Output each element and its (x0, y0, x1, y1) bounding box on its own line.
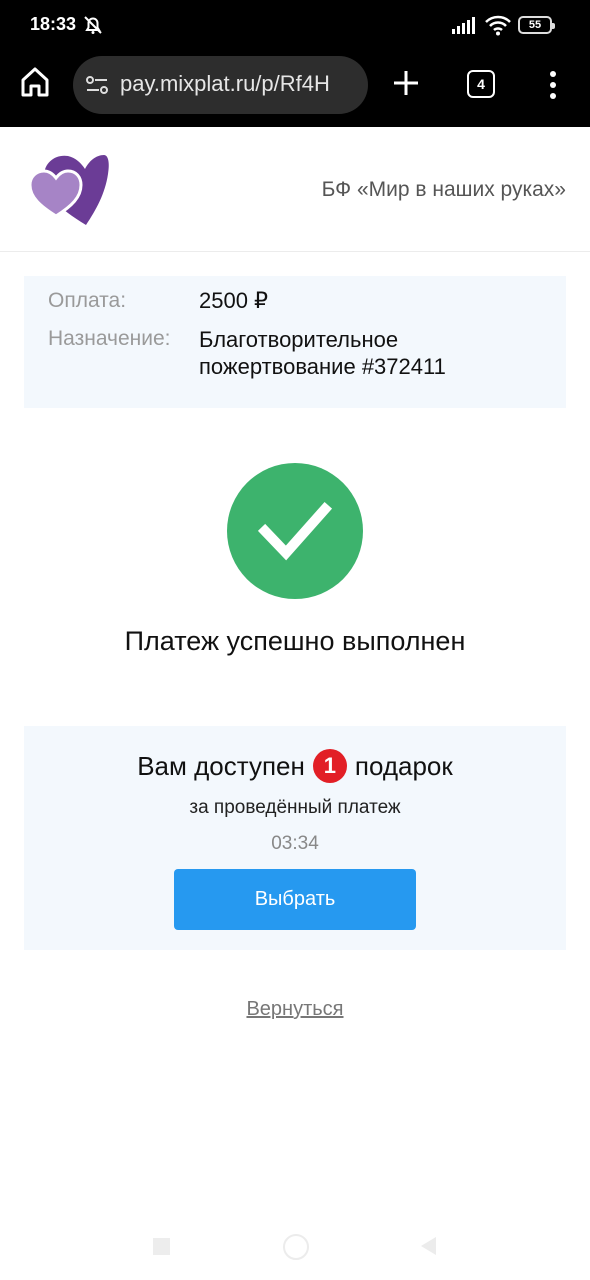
status-time: 18:33 (30, 14, 77, 34)
gift-subtitle: за проведённый платеж (189, 797, 401, 818)
purpose-value-line2: пожертвование #372411 (199, 354, 446, 379)
gift-prefix: Вам доступен (137, 750, 305, 781)
home-icon[interactable] (20, 66, 50, 98)
back-nav-icon[interactable] (419, 1236, 437, 1256)
receipt-scalloped-edge (24, 398, 566, 404)
battery-indicator: 55 (518, 16, 555, 34)
purpose-value-line1: Благотворительное (199, 327, 399, 352)
success-check-icon (227, 463, 363, 599)
alarm-off-icon (84, 16, 102, 34)
signal-icon (452, 17, 475, 34)
wifi-icon (485, 15, 511, 36)
back-link[interactable]: Вернуться (246, 998, 343, 1020)
gift-suffix: подарок (354, 750, 453, 781)
amount-value: 2500 ₽ (199, 288, 269, 313)
gift-count-badge: 1 (312, 749, 347, 783)
site-settings-icon[interactable] (85, 74, 109, 96)
tab-switcher-button[interactable]: 4 (467, 70, 495, 98)
purpose-label: Назначение: (48, 327, 171, 350)
choose-gift-button[interactable]: Выбрать (174, 869, 416, 930)
address-bar[interactable]: pay.mixplat.ru/p/Rf4H (73, 56, 368, 114)
url-text[interactable]: pay.mixplat.ru/p/Rf4H (120, 71, 360, 97)
gift-heading: Вам доступен 1 подарок (0, 749, 590, 783)
amount-label: Оплата: (48, 289, 127, 312)
gift-timer: 03:34 (271, 833, 319, 854)
success-title: Платеж успешно выполнен (124, 626, 466, 656)
heart-logo (28, 155, 109, 225)
organization-name: БФ «Мир в наших руках» (321, 178, 566, 201)
plus-icon[interactable] (393, 70, 419, 96)
recent-apps-button[interactable] (153, 1238, 170, 1255)
more-vert-icon[interactable] (548, 70, 558, 100)
home-nav-button[interactable] (283, 1234, 309, 1260)
